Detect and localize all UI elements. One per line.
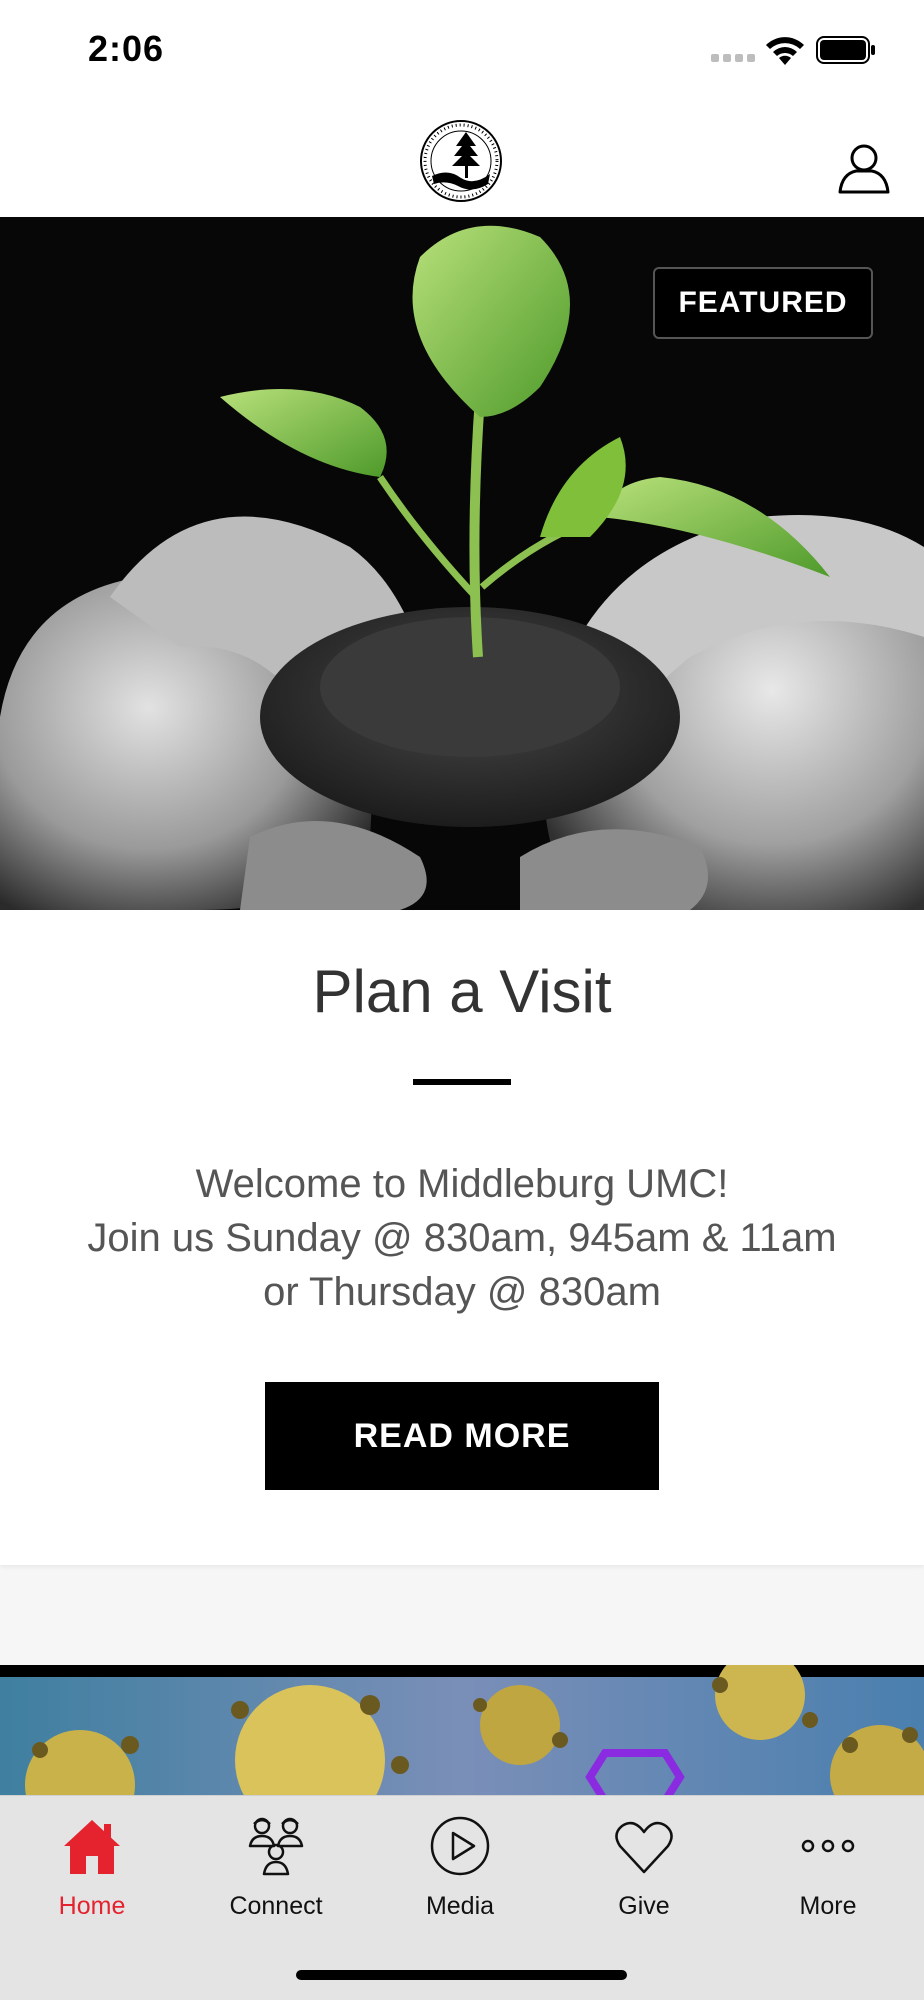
- tab-label: Give: [618, 1892, 670, 1920]
- tab-media[interactable]: Media: [368, 1796, 552, 1946]
- card-body: Welcome to Middleburg UMC! Join us Sunda…: [0, 1157, 924, 1319]
- tab-more[interactable]: More: [736, 1796, 920, 1946]
- title-divider: [413, 1079, 511, 1085]
- tab-label: More: [799, 1892, 857, 1920]
- featured-badge: FEATURED: [653, 267, 873, 339]
- tab-label: Connect: [229, 1892, 323, 1920]
- read-more-button[interactable]: READ MORE: [265, 1382, 659, 1490]
- wifi-icon: [766, 37, 804, 65]
- play-icon: [430, 1816, 490, 1876]
- body-line: Welcome to Middleburg UMC!: [195, 1162, 729, 1206]
- church-logo-icon[interactable]: [418, 118, 504, 204]
- connect-people-icon: [248, 1817, 304, 1876]
- card-title: Plan a Visit: [312, 958, 612, 1025]
- tab-home[interactable]: Home: [0, 1796, 184, 1946]
- tab-give[interactable]: Give: [552, 1796, 736, 1946]
- home-icon: [64, 1820, 120, 1874]
- cellular-signal-icon: [711, 54, 755, 62]
- more-dots-icon: [801, 1839, 855, 1853]
- tab-label: Media: [425, 1892, 495, 1920]
- body-line: or Thursday @ 830am: [263, 1270, 661, 1314]
- next-card-image[interactable]: [0, 1665, 924, 1795]
- status-time: 2:06: [88, 28, 165, 69]
- body-line: Join us Sunday @ 830am, 945am & 11am: [87, 1216, 837, 1260]
- app-header: [0, 100, 924, 217]
- battery-icon: [816, 36, 875, 64]
- hero-image: FEATURED: [0, 217, 924, 910]
- heart-icon: [615, 1821, 673, 1874]
- status-bar: 2:06: [0, 0, 924, 100]
- tab-label: Home: [58, 1892, 126, 1920]
- featured-card[interactable]: FEATURED Plan a Visit Welcome to Middleb…: [0, 217, 924, 1565]
- tab-connect[interactable]: Connect: [184, 1796, 368, 1946]
- home-indicator[interactable]: [296, 1970, 627, 1980]
- profile-icon[interactable]: [836, 140, 892, 196]
